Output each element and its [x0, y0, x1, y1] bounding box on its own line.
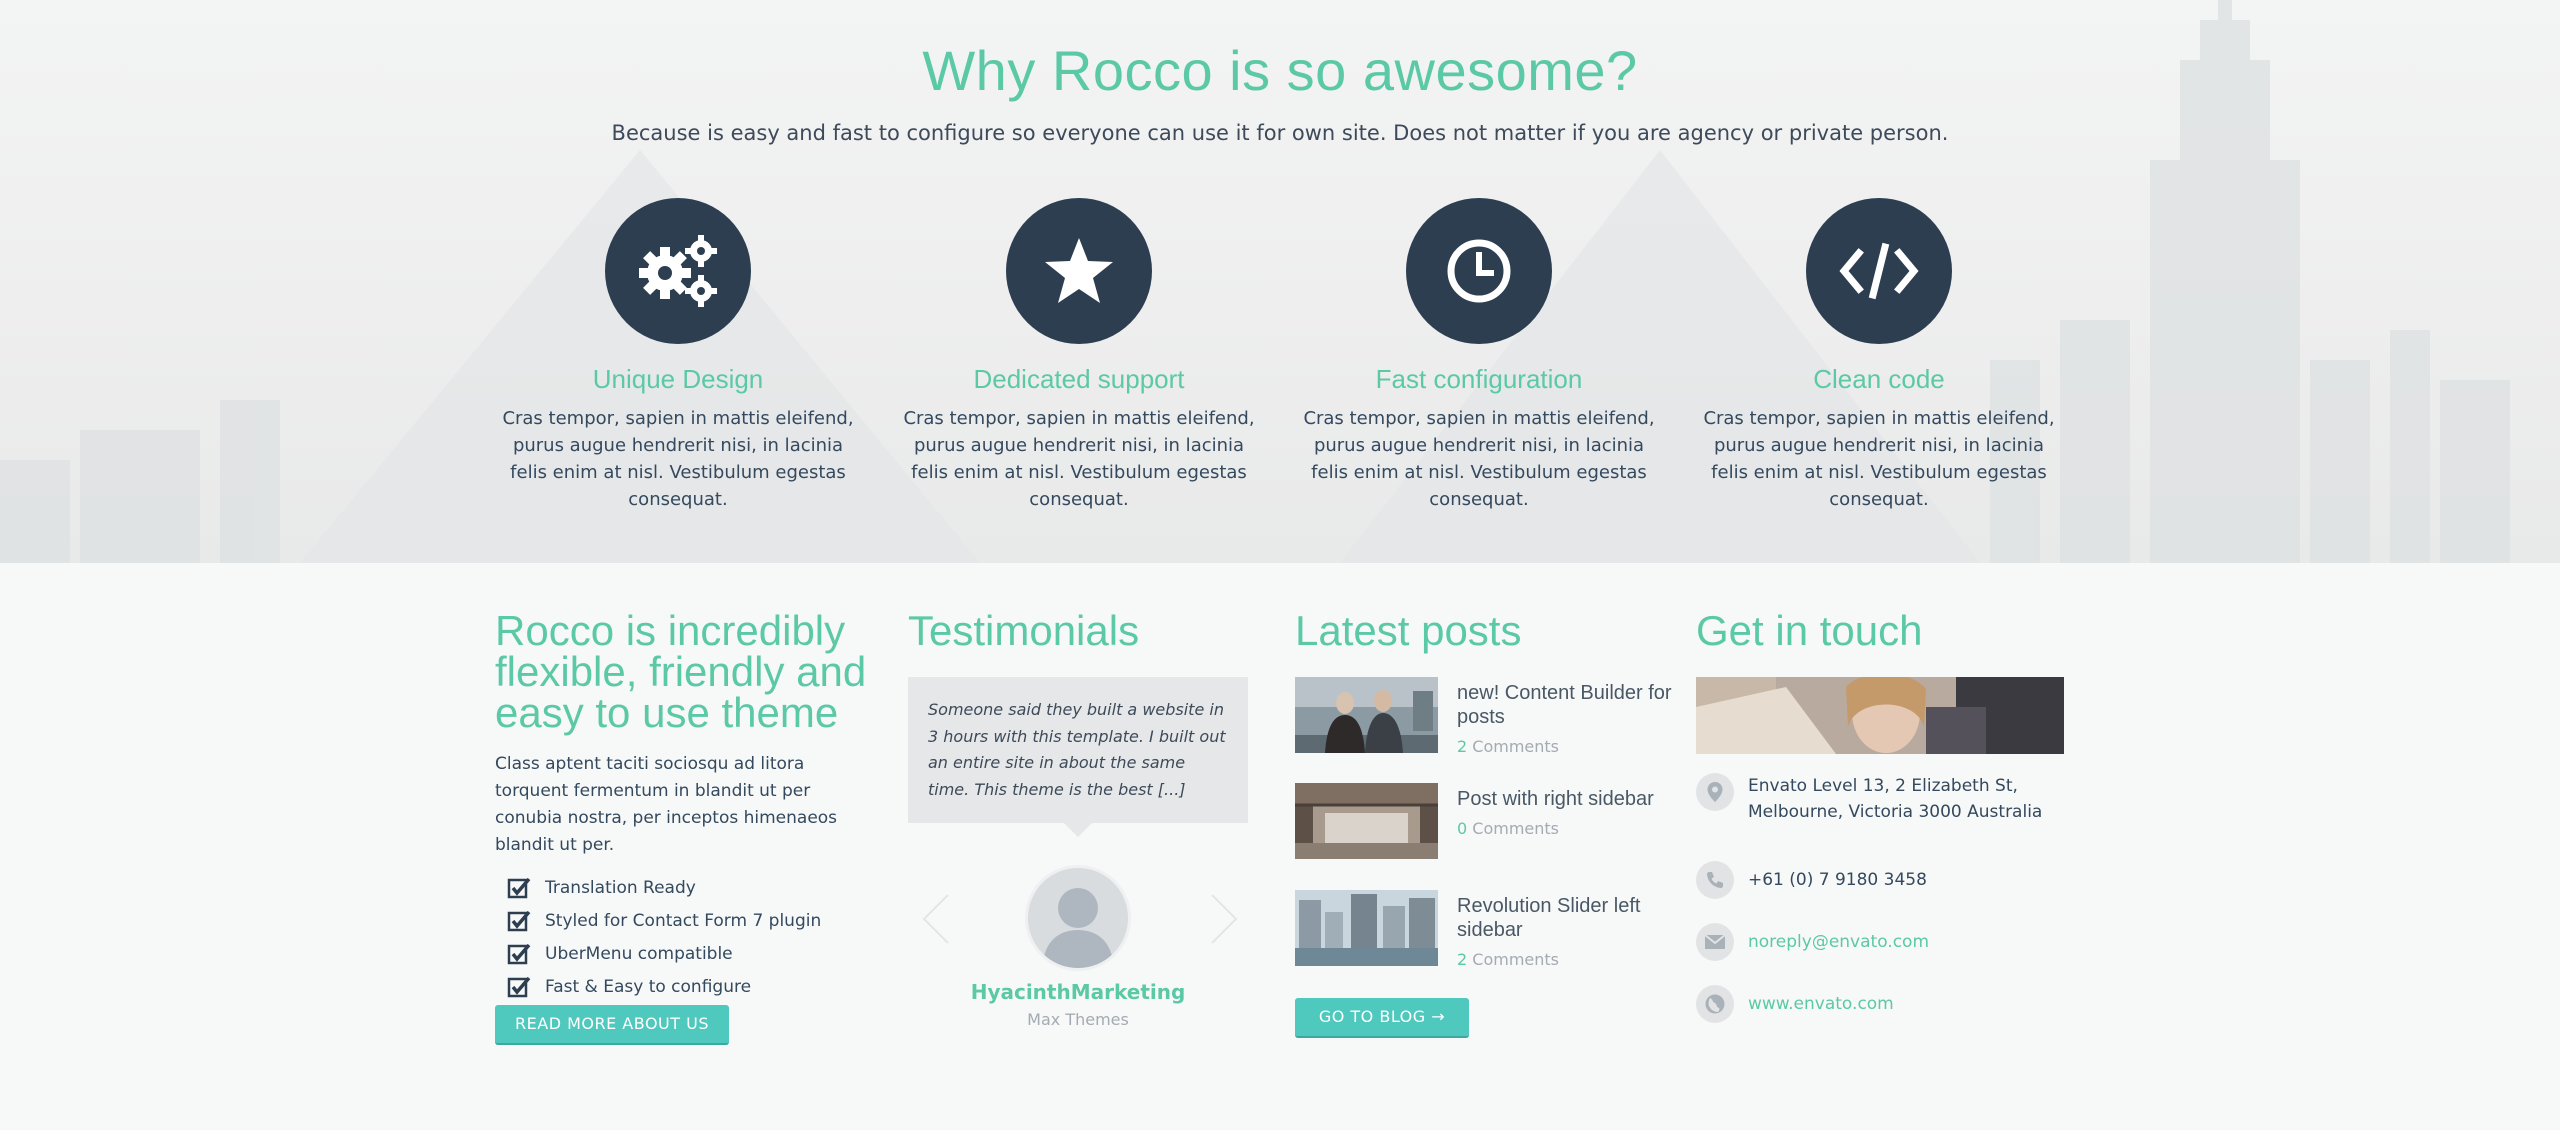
- location-pin-icon: [1696, 773, 1734, 811]
- feature-text: Cras tempor, sapien in mattis eleifend, …: [903, 408, 1255, 510]
- feature-icon-circle: [1006, 198, 1152, 344]
- list-item: Fast & Easy to configure: [495, 970, 875, 1003]
- checkbox-checked-icon: [507, 877, 531, 898]
- checkbox-checked-icon: [507, 976, 531, 997]
- feature-unique-design: Unique Design Cras tempor, sapien in mat…: [488, 198, 868, 513]
- feature-fast-configuration: Fast configuration Cras tempor, sapien i…: [1289, 198, 1669, 513]
- post-comments-count[interactable]: 0 Comments: [1457, 819, 1559, 838]
- list-item: Translation Ready: [495, 871, 875, 904]
- posts-column: Latest posts: [1295, 610, 1521, 652]
- star-icon: [1045, 238, 1113, 303]
- feature-clean-code: Clean code Cras tempor, sapien in mattis…: [1689, 198, 2069, 513]
- contact-title: Get in touch: [1696, 607, 1923, 654]
- about-title: Rocco is incredibly flexible, friendly a…: [495, 607, 867, 736]
- features-hero: Why Rocco is so awesome? Because is easy…: [0, 0, 2560, 563]
- section-title: Why Rocco is so awesome?: [922, 39, 1638, 102]
- post-title-link[interactable]: Revolution Slider left sidebar: [1457, 894, 1677, 942]
- go-to-blog-button[interactable]: GO TO BLOG →: [1295, 998, 1469, 1038]
- phone-text: +61 (0) 7 9180 3458: [1748, 870, 1927, 890]
- feature-icon-circle: [1406, 198, 1552, 344]
- code-icon: [1839, 242, 1919, 300]
- testimonial-quote: Someone said they built a website in 3 h…: [908, 677, 1248, 823]
- checklist-label: Fast & Easy to configure: [545, 976, 752, 997]
- feature-text: Cras tempor, sapien in mattis eleifend, …: [1303, 408, 1655, 510]
- testimonial-author: HyacinthMarketing: [970, 980, 1186, 1004]
- post-title-link[interactable]: Post with right sidebar: [1457, 787, 1677, 811]
- list-item[interactable]: Post with right sidebar 0 Comments: [1295, 783, 1675, 859]
- feature-icon-circle: [605, 198, 751, 344]
- feature-icon-circle: [1806, 198, 1952, 344]
- posts-title: Latest posts: [1295, 607, 1522, 654]
- checklist-label: UberMenu compatible: [545, 943, 733, 964]
- envelope-icon: [1696, 923, 1734, 961]
- checklist-label: Translation Ready: [545, 877, 696, 898]
- feature-dedicated-support: Dedicated support Cras tempor, sapien in…: [889, 198, 1269, 513]
- phone-icon: [1696, 861, 1734, 899]
- section-subtitle: Because is easy and fast to configure so…: [611, 121, 1949, 145]
- feature-text: Cras tempor, sapien in mattis eleifend, …: [1703, 408, 2055, 510]
- globe-icon: [1696, 985, 1734, 1023]
- testimonials-column: Testimonials: [908, 610, 1139, 652]
- about-column: Rocco is incredibly flexible, friendly a…: [495, 610, 875, 1003]
- list-item[interactable]: Revolution Slider left sidebar 2 Comment…: [1295, 890, 1677, 969]
- feature-checklist: Translation Ready Styled for Contact For…: [495, 871, 875, 1003]
- list-item: UberMenu compatible: [495, 937, 875, 970]
- chevron-right-icon[interactable]: [1210, 893, 1238, 945]
- post-thumbnail[interactable]: [1295, 677, 1438, 753]
- testimonials-title: Testimonials: [908, 607, 1140, 654]
- avatar: [1025, 865, 1131, 971]
- contact-photo: [1696, 677, 2064, 754]
- email-link[interactable]: noreply@envato.com: [1748, 929, 2068, 955]
- feature-title: Unique Design: [592, 364, 764, 394]
- address-text: Envato Level 13, 2 Elizabeth St, Melbour…: [1748, 776, 2043, 822]
- checkbox-checked-icon: [507, 910, 531, 931]
- checkbox-checked-icon: [507, 943, 531, 964]
- clock-icon: [1447, 239, 1511, 303]
- user-silhouette-icon: [1042, 888, 1114, 968]
- feature-title: Dedicated support: [973, 364, 1185, 394]
- post-title-link[interactable]: new! Content Builder for posts: [1457, 681, 1677, 729]
- list-item: Styled for Contact Form 7 plugin: [495, 904, 875, 937]
- post-thumbnail[interactable]: [1295, 890, 1438, 966]
- feature-title: Fast configuration: [1375, 364, 1583, 394]
- feature-text: Cras tempor, sapien in mattis eleifend, …: [502, 408, 854, 510]
- post-thumbnail[interactable]: [1295, 783, 1438, 859]
- testimonial-company: Max Themes: [1027, 1010, 1129, 1029]
- website-link[interactable]: www.envato.com: [1748, 991, 2068, 1017]
- about-text: Class aptent taciti sociosqu ad litora t…: [495, 754, 838, 855]
- quote-pointer: [1064, 823, 1092, 837]
- post-comments-count[interactable]: 2 Comments: [1457, 737, 1559, 756]
- checklist-label: Styled for Contact Form 7 plugin: [545, 910, 822, 931]
- read-more-about-button[interactable]: READ MORE ABOUT US: [495, 1005, 729, 1045]
- contact-column: Get in touch: [1696, 610, 1922, 652]
- feature-title: Clean code: [1813, 364, 1945, 394]
- post-comments-count[interactable]: 2 Comments: [1457, 950, 1559, 969]
- gears-icon: [639, 235, 717, 307]
- chevron-left-icon[interactable]: [922, 893, 950, 945]
- list-item[interactable]: new! Content Builder for posts 2 Comment…: [1295, 677, 1677, 756]
